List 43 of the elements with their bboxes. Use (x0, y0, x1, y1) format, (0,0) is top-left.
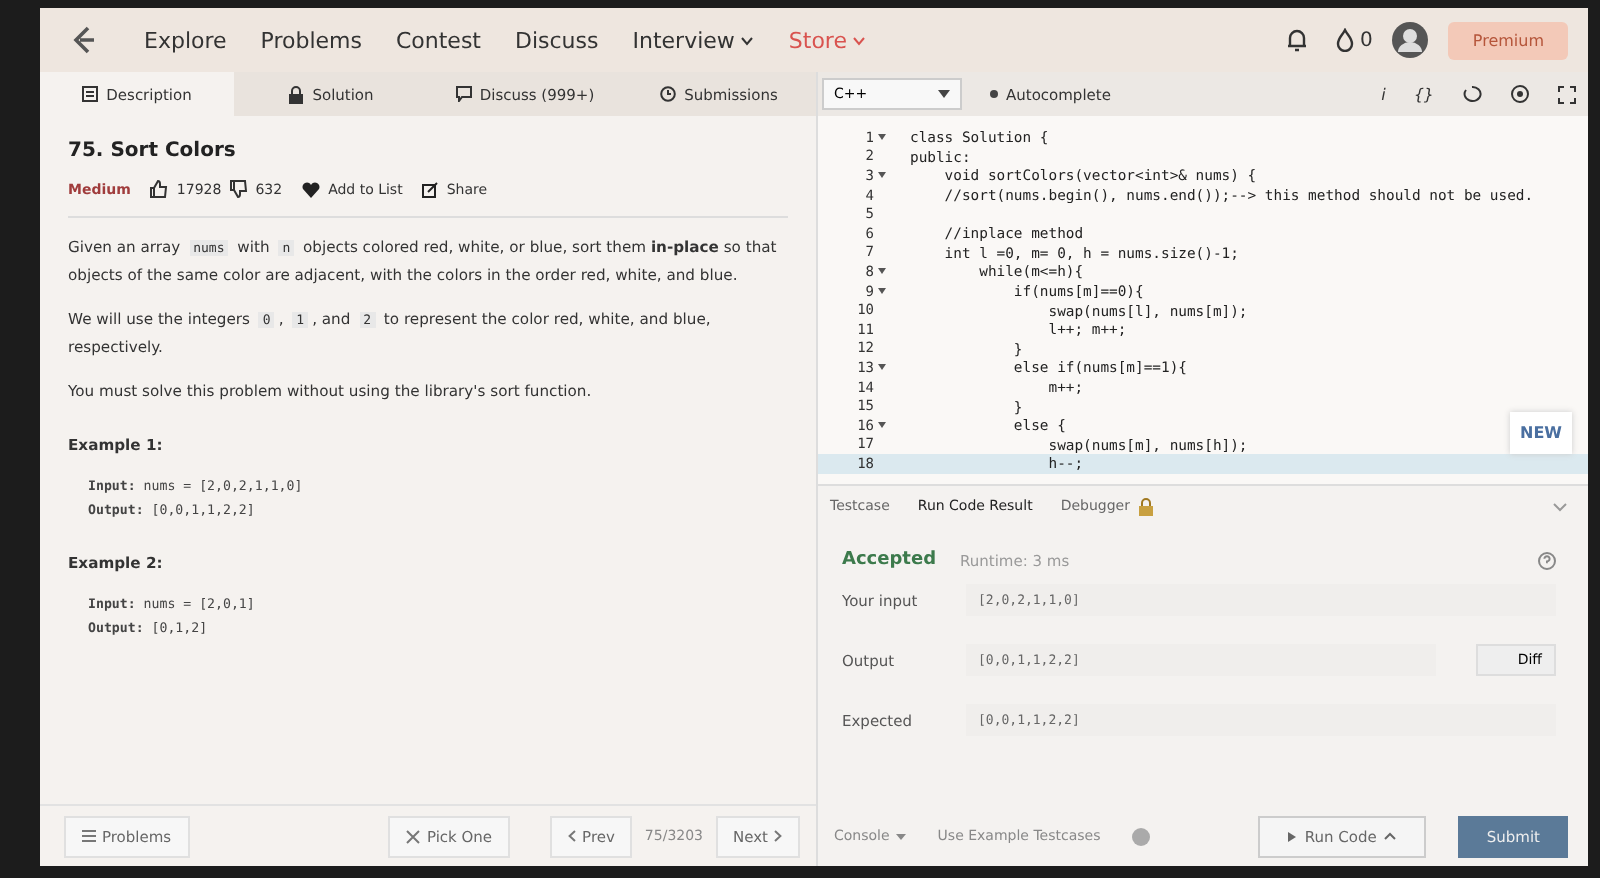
thumbs-down-icon[interactable] (229, 180, 248, 198)
clock-icon (660, 86, 677, 102)
nav-link[interactable]: Interview (632, 27, 755, 53)
logo-icon[interactable] (68, 24, 100, 56)
menu-icon (82, 830, 96, 842)
chevron-right-icon (774, 830, 782, 842)
problem-title: 75. Sort Colors (68, 140, 238, 162)
fold-caret-icon[interactable] (878, 364, 886, 371)
settings-icon[interactable] (1510, 84, 1530, 104)
avatar-icon[interactable] (1392, 22, 1429, 58)
fold-caret-icon[interactable] (878, 288, 886, 295)
document-icon (82, 86, 99, 102)
nav-link[interactable]: Problems (260, 27, 362, 53)
heart-icon[interactable] (302, 181, 321, 197)
new-badge-button[interactable]: NEW (1510, 412, 1572, 454)
caret-icon (938, 90, 950, 98)
dot-icon (990, 90, 998, 98)
thumbs-up-icon[interactable] (150, 180, 169, 198)
caret-icon (895, 833, 906, 839)
chevron-up-icon (1384, 832, 1397, 840)
chat-icon (455, 86, 472, 102)
chevron-left-icon (568, 830, 577, 842)
code-editor[interactable] (818, 116, 1588, 484)
fold-caret-icon[interactable] (878, 172, 886, 179)
fold-caret-icon[interactable] (878, 422, 886, 429)
fold-caret-icon[interactable] (878, 268, 886, 275)
nav-link[interactable]: Contest (395, 27, 481, 53)
info-button[interactable]: i (1381, 85, 1386, 103)
chevron-down-icon[interactable] (740, 35, 755, 45)
lock-icon (1137, 497, 1154, 515)
bell-icon[interactable] (1286, 28, 1309, 52)
lock-icon (288, 85, 305, 103)
play-icon (1288, 831, 1297, 841)
nav-link[interactable]: Explore (144, 27, 227, 53)
help-icon[interactable] (1538, 551, 1556, 569)
nav-link[interactable]: Discuss (515, 27, 599, 53)
streak-count: 0 (1360, 29, 1373, 51)
braces-button[interactable]: {} (1413, 85, 1434, 103)
share-icon[interactable] (422, 181, 439, 197)
fullscreen-icon[interactable] (1558, 85, 1576, 103)
result-status: Accepted (842, 550, 937, 570)
fold-caret-icon[interactable] (878, 134, 886, 141)
reset-icon[interactable] (1462, 84, 1482, 104)
